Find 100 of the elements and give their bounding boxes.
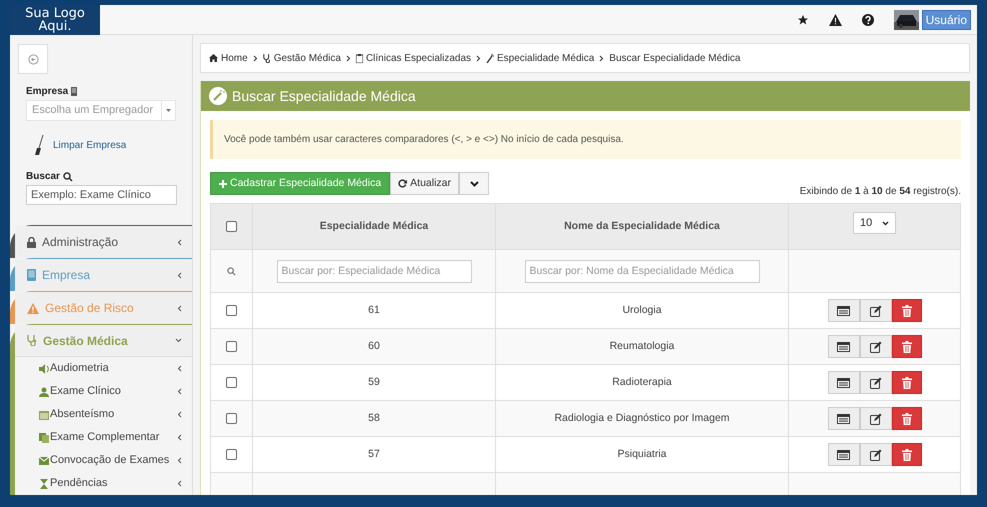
breadcrumb-item[interactable]: Gestão Médica [274, 50, 341, 66]
checkbox[interactable] [226, 221, 237, 232]
table-cell: Radioterapia [612, 376, 672, 388]
breadcrumb-item[interactable]: Home [221, 50, 248, 66]
edit-icon [870, 448, 882, 460]
lock-icon [27, 236, 36, 248]
chevron-left-icon [177, 480, 182, 487]
submenu-item[interactable]: Pendências [50, 475, 176, 492]
details-button[interactable] [828, 407, 860, 430]
delete-button[interactable] [892, 299, 922, 322]
records-info: Exibindo de 1 à 10 de 54 registro(s). [800, 185, 961, 199]
search-field[interactable]: Exemplo: Exame Clínico [26, 185, 177, 205]
edit-icon [870, 304, 882, 316]
chevron-right-icon [252, 54, 258, 62]
breadcrumb-item[interactable]: Especialidade Médica [497, 50, 594, 66]
star-icon[interactable] [796, 14, 809, 26]
wand-icon [209, 87, 227, 105]
trash-icon [902, 304, 912, 316]
clear-company-link[interactable]: Limpar Empresa [53, 138, 126, 153]
chevron-left-icon [177, 238, 182, 246]
table-cell: Psiquiatria [617, 448, 667, 460]
details-button[interactable] [828, 299, 860, 322]
chevron-right-icon [346, 54, 351, 62]
table-cell: 60 [368, 340, 380, 352]
search-icon [62, 172, 73, 182]
list-icon [837, 450, 850, 460]
filter-field[interactable]: Buscar por: Nome da Especialidade Médica [524, 260, 760, 282]
chevron-left-icon [177, 411, 182, 418]
info-alert: Você pode também usar caracteres comparadores (<, > e <>) No início de cada pesquisa. [210, 120, 961, 159]
edit-button[interactable] [860, 407, 892, 430]
speaker-icon [39, 364, 49, 374]
chevron-down-icon [175, 338, 182, 343]
chevron-left-icon [177, 304, 182, 312]
delete-button[interactable] [892, 371, 922, 394]
list-icon [837, 414, 850, 424]
refresh-icon [398, 179, 408, 188]
filter-field[interactable]: Buscar por: Especialidade Médica [276, 260, 472, 282]
checkbox[interactable] [226, 305, 237, 316]
breadcrumb-item: Buscar Especialidade Médica [609, 52, 740, 66]
calendar-icon [39, 410, 49, 420]
menu-item[interactable]: Administração [15, 226, 192, 258]
delete-button[interactable] [892, 407, 922, 430]
page-size-select[interactable]: 10 [853, 212, 896, 234]
list-icon [837, 378, 850, 388]
caret-icon [882, 220, 889, 226]
warning-icon [27, 302, 39, 314]
chevron-down-icon [470, 180, 479, 186]
chevron-left-icon [177, 388, 182, 395]
table-cell: Urologia [622, 304, 662, 316]
refresh-button[interactable]: Atualizar [390, 172, 460, 195]
wand-icon [486, 54, 494, 62]
trash-icon [902, 340, 912, 352]
chevron-right-icon [476, 54, 482, 62]
building-icon [71, 87, 78, 96]
delete-button[interactable] [892, 335, 922, 358]
submenu-item[interactable]: Audiometria [50, 360, 176, 377]
edit-button[interactable] [860, 443, 892, 466]
checkbox[interactable] [226, 341, 237, 352]
checkbox[interactable] [226, 377, 237, 388]
submenu-item[interactable]: Exame Clínico [50, 383, 176, 400]
delete-button[interactable] [892, 443, 922, 466]
edit-button[interactable] [860, 299, 892, 322]
chevron-left-icon [177, 272, 182, 278]
table-cell: 58 [368, 412, 380, 424]
edit-icon [870, 412, 882, 424]
home-icon [209, 54, 218, 62]
column-header[interactable]: Nome da Especialidade Médica [496, 204, 788, 250]
panel-title: Buscar Especialidade Médica [232, 86, 416, 106]
list-icon [837, 342, 850, 352]
edit-button[interactable] [860, 371, 892, 394]
warning-icon[interactable] [828, 14, 842, 26]
breadcrumb-item[interactable]: Clínicas Especializadas [366, 50, 472, 66]
column-header[interactable]: Especialidade Médica [252, 204, 496, 250]
stethoscope-icon [27, 335, 37, 346]
table-cell: Reumatologia [610, 340, 674, 352]
checkbox[interactable] [226, 413, 237, 424]
table-cell: 59 [368, 376, 380, 388]
company-label: Empresa [26, 85, 68, 99]
submenu-item[interactable]: Convocação de Exames [50, 452, 176, 469]
search-icon [227, 266, 236, 276]
submenu-item[interactable]: Absenteísmo [50, 406, 176, 423]
person-icon [39, 386, 49, 396]
dropdown-button[interactable] [459, 172, 490, 195]
clipboard-icon [356, 54, 363, 62]
trash-icon [902, 448, 912, 460]
chevron-left-icon [177, 434, 182, 441]
caret-icon [166, 109, 171, 112]
envelope-icon [39, 456, 49, 466]
submenu-item[interactable]: Exame Complementar [50, 429, 176, 446]
edit-icon [870, 376, 882, 388]
details-button[interactable] [828, 371, 860, 394]
hourglass-icon [39, 478, 49, 488]
edit-button[interactable] [860, 335, 892, 358]
chevron-left-icon [177, 457, 182, 464]
collapse-button[interactable] [18, 44, 48, 74]
checkbox[interactable] [226, 449, 237, 460]
details-button[interactable] [828, 335, 860, 358]
help-icon[interactable] [862, 14, 874, 26]
table-cell: Radiologia e Diagnóstico por Imagem [554, 412, 730, 424]
details-button[interactable] [828, 443, 860, 466]
